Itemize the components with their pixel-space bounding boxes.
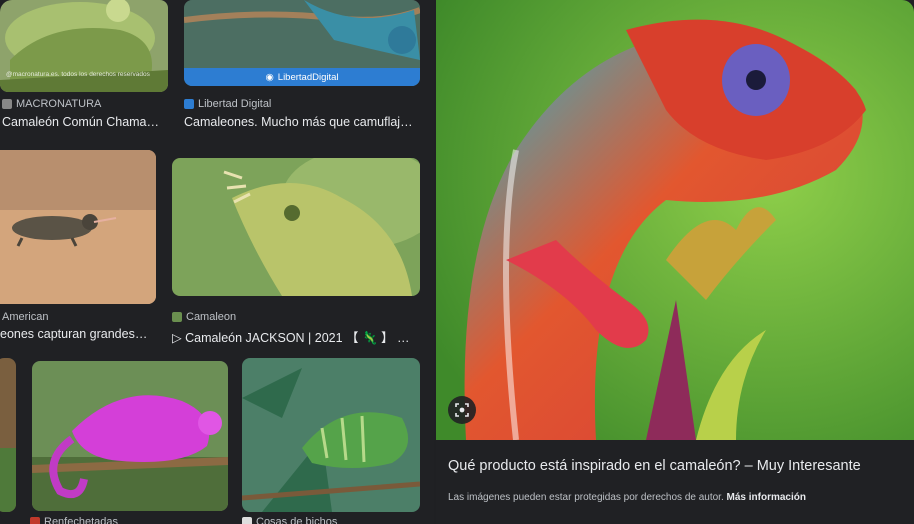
result-source-4[interactable]: Camaleon xyxy=(172,311,236,323)
site-favicon xyxy=(184,99,194,109)
image-preview-panel: Qué producto está inspirado en el camale… xyxy=(436,0,914,524)
preview-image[interactable] xyxy=(436,0,914,440)
visual-search-button[interactable] xyxy=(448,396,476,424)
image-search-window: @macronatura.es. todos los derechos rese… xyxy=(0,0,914,524)
results-grid: @macronatura.es. todos los derechos rese… xyxy=(0,0,434,524)
result-source-5[interactable]: Renfechetadas xyxy=(30,516,118,524)
more-info-link[interactable]: Más información xyxy=(727,492,806,503)
result-caption-2[interactable]: Camaleones. Mucho más que camuflaje - M.… xyxy=(184,115,418,129)
result-thumbnail-1[interactable]: @macronatura.es. todos los derechos rese… xyxy=(0,0,168,92)
libertad-digital-banner: ◉ LibertadDigital xyxy=(184,68,420,86)
site-favicon xyxy=(2,99,12,109)
site-favicon xyxy=(172,312,182,322)
result-thumbnail-5[interactable] xyxy=(0,358,16,512)
result-caption-3[interactable]: eones capturan grandes pre... xyxy=(0,327,150,341)
broadcast-icon: ◉ xyxy=(265,71,274,83)
thumbnail-watermark: @macronatura.es. todos los derechos rese… xyxy=(6,71,150,78)
preview-title[interactable]: Qué producto está inspirado en el camale… xyxy=(448,458,861,474)
result-source-2[interactable]: Libertad Digital xyxy=(184,98,271,110)
source-label: Libertad Digital xyxy=(198,98,272,110)
result-thumbnail-2[interactable]: ◉ LibertadDigital xyxy=(184,0,420,86)
result-source-3[interactable]: American xyxy=(2,311,48,323)
source-label: Camaleon xyxy=(186,311,237,323)
site-favicon xyxy=(242,517,252,524)
source-label: MACRONATURA xyxy=(16,98,102,110)
source-label: American xyxy=(2,311,49,323)
result-source-1[interactable]: MACRONATURA xyxy=(2,98,101,110)
source-label: Renfechetadas xyxy=(44,516,118,524)
result-source-6[interactable]: Cosas de bichos xyxy=(242,516,337,524)
result-caption-4[interactable]: ▷ Camaleón JACKSON | 2021 【 🦎 】 » Guía..… xyxy=(172,327,416,346)
result-thumbnail-6[interactable] xyxy=(32,361,228,511)
site-favicon xyxy=(30,517,40,524)
banner-label: LibertadDigital xyxy=(277,71,339,83)
result-caption-1[interactable]: Camaleón Común Chamaeleo... xyxy=(2,115,162,129)
result-thumbnail-3[interactable] xyxy=(0,150,156,304)
source-label: Cosas de bichos xyxy=(256,516,338,524)
copyright-text: Las imágenes pueden estar protegidas por… xyxy=(448,492,724,503)
copyright-note: Las imágenes pueden estar protegidas por… xyxy=(448,492,806,503)
lens-icon xyxy=(455,403,469,417)
result-thumbnail-4[interactable] xyxy=(172,158,420,296)
result-thumbnail-7[interactable] xyxy=(242,358,420,512)
